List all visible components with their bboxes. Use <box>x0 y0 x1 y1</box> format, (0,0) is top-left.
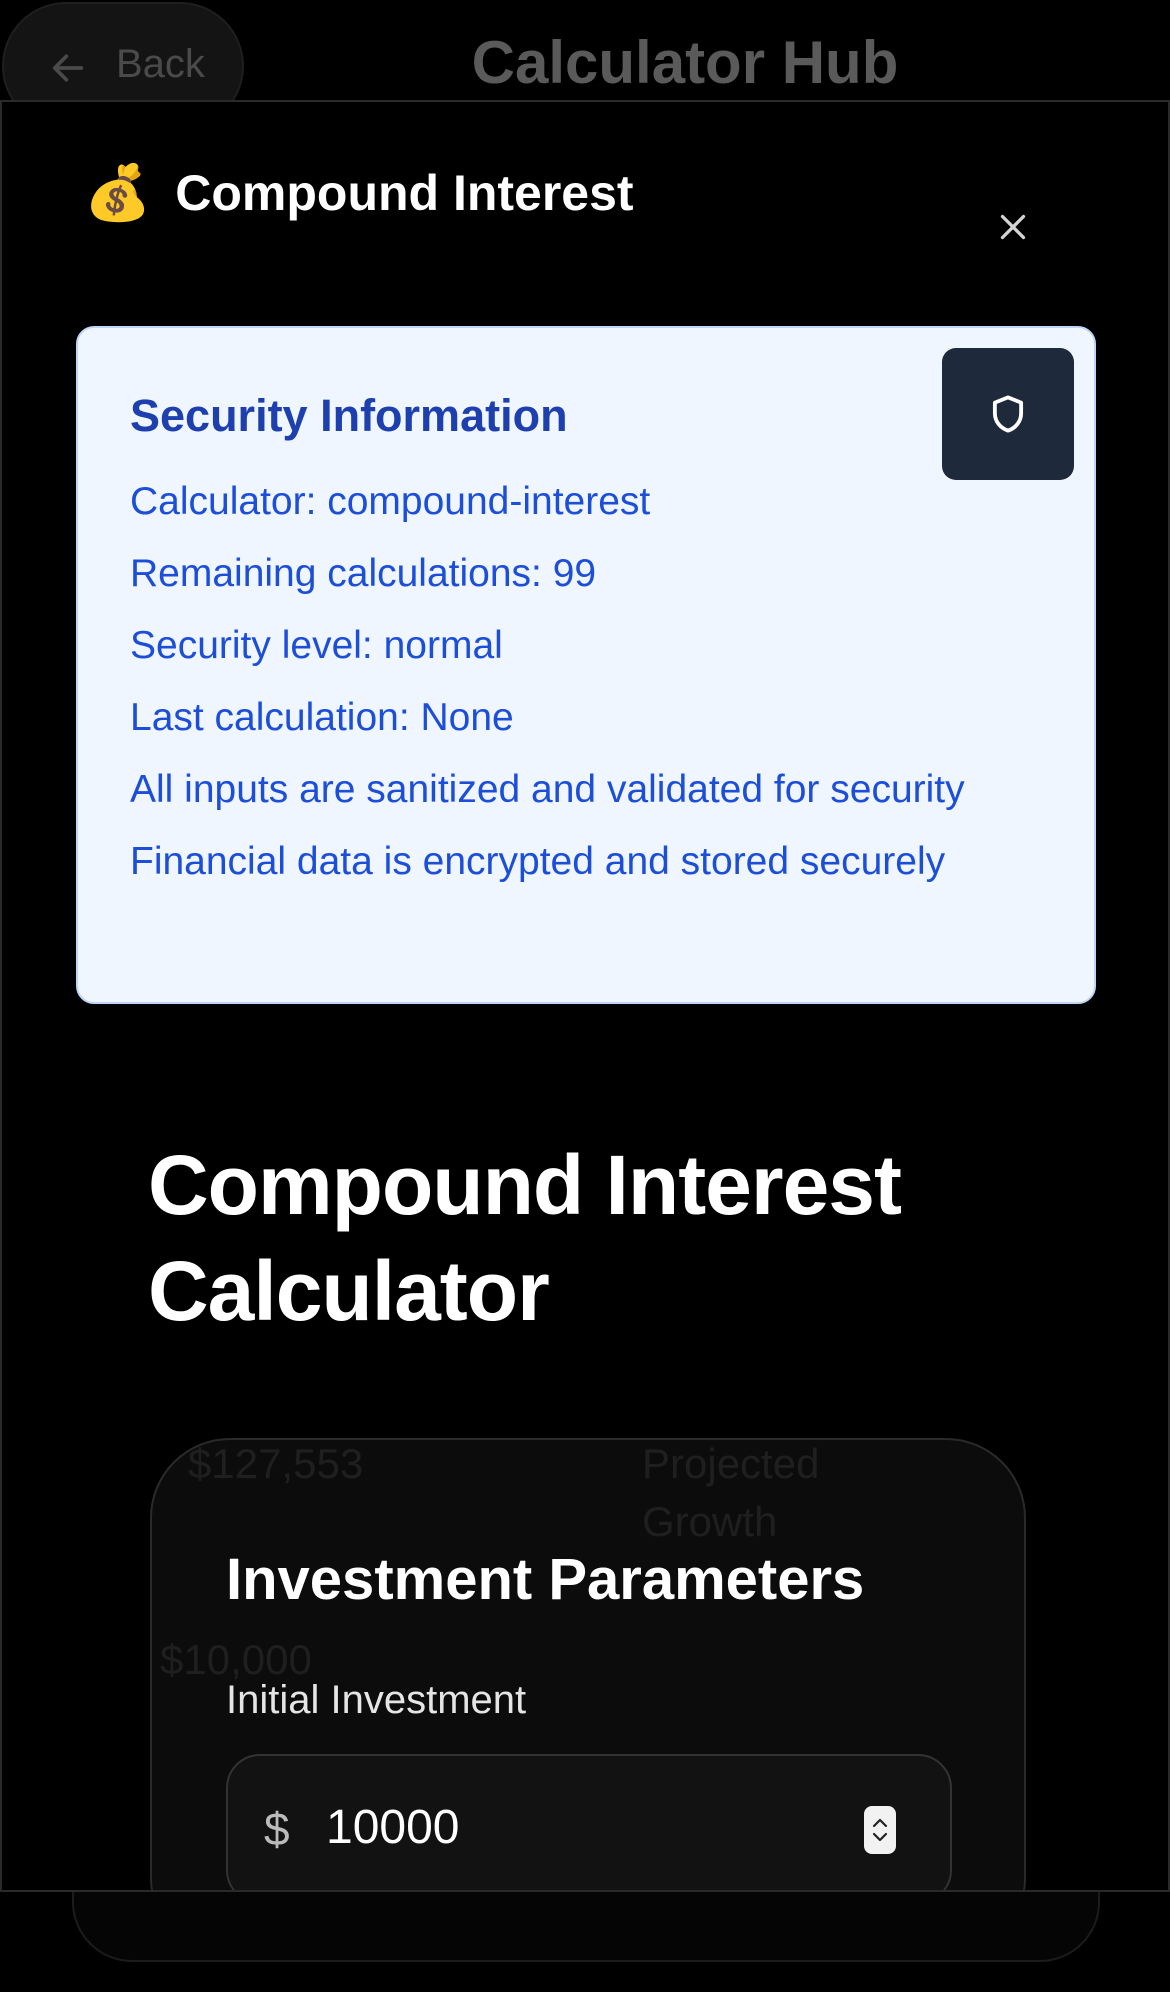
ghost-stat-value: $127,553 <box>188 1440 364 1487</box>
close-icon <box>1000 214 1026 240</box>
initial-investment-field[interactable]: $ <box>226 1754 952 1890</box>
modal-title: Compound Interest <box>175 165 634 221</box>
calculator-title: Compound Interest Calculator <box>148 1138 902 1338</box>
close-button[interactable] <box>978 192 1048 262</box>
ghost-stat-label-2: Growth <box>642 1498 778 1545</box>
initial-investment-input[interactable] <box>324 1786 828 1868</box>
section-title: Investment Parameters <box>226 1547 865 1612</box>
number-stepper[interactable] <box>864 1806 896 1854</box>
security-line-encrypted: Financial data is encrypted and stored s… <box>130 840 946 883</box>
background-header: Back Calculator Hub <box>0 0 1170 130</box>
investment-parameters-card: $127,553 Projected Growth $10,000 Invest… <box>150 1438 1026 1890</box>
ghost-stat-value-2: $10,000 <box>160 1636 312 1683</box>
security-line-sanitized: All inputs are sanitized and validated f… <box>130 768 965 811</box>
security-line-calculator: Calculator: compound-interest <box>130 480 651 523</box>
chevron-up-icon[interactable] <box>870 1816 890 1830</box>
money-bag-icon: 💰 <box>84 163 152 223</box>
security-line-remaining: Remaining calculations: 99 <box>130 552 597 595</box>
ghost-stat-label: Projected <box>642 1440 820 1487</box>
security-details: Calculator: compound-interest Remaining … <box>130 472 1070 904</box>
modal-header: 💰 Compound Interest <box>84 164 634 222</box>
security-title: Security Information <box>130 390 568 441</box>
security-line-level: Security level: normal <box>130 624 503 667</box>
shield-icon <box>992 395 1024 433</box>
currency-symbol: $ <box>264 1803 290 1855</box>
initial-investment-label: Initial Investment <box>226 1678 527 1722</box>
security-info-panel: Security Information Calculator: compoun… <box>76 326 1096 1004</box>
compound-interest-modal: 💰 Compound Interest Security Information… <box>0 100 1170 1892</box>
app-title: Calculator Hub <box>471 29 899 96</box>
background-card <box>72 1880 1100 1962</box>
security-line-last-calc: Last calculation: None <box>130 696 514 739</box>
security-toggle-button[interactable] <box>942 348 1074 480</box>
chevron-down-icon[interactable] <box>870 1830 890 1844</box>
